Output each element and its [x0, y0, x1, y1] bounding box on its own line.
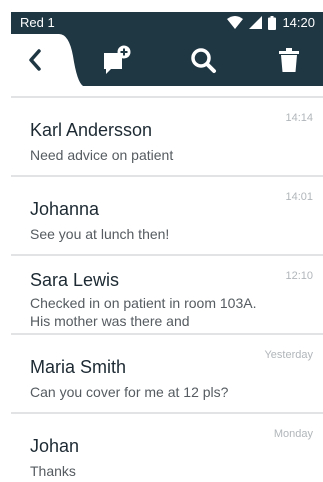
status-icons: 14:20 [227, 15, 315, 30]
carrier-name: Red 1 [20, 15, 55, 30]
back-button[interactable] [17, 42, 53, 78]
conversation-row[interactable]: Karl Andersson Need advice on patient 14… [11, 98, 323, 175]
contact-name: Maria Smith [30, 357, 127, 377]
contact-name: Sara Lewis [30, 270, 120, 290]
battery-icon [268, 15, 277, 30]
signal-icon [249, 16, 263, 29]
search-icon [191, 48, 216, 73]
new-message-button[interactable] [99, 42, 135, 78]
message-time: Yesterday [264, 349, 313, 361]
message-time: Monday [273, 428, 313, 440]
conversation-row[interactable]: Maria Smith Can you cover for me at 12 p… [11, 335, 323, 412]
wifi-icon [227, 16, 244, 29]
search-button[interactable] [185, 42, 221, 78]
message-preview: Checked in on patient in room 103A. His … [30, 295, 257, 329]
message-preview: Need advice on patient [30, 147, 174, 163]
message-preview: Can you cover for me at 12 pls? [30, 384, 229, 400]
conversation-row[interactable]: Johan Thanks Monday [11, 414, 323, 482]
toolbar [11, 34, 323, 86]
back-icon [29, 49, 41, 71]
contact-name: Johan [30, 436, 80, 456]
delete-button[interactable] [271, 42, 307, 78]
message-time: 14:01 [285, 191, 313, 203]
status-bar: Red 1 14:20 [11, 12, 323, 34]
conversation-list: Karl Andersson Need advice on patient 14… [11, 96, 323, 482]
contact-name: Karl Andersson [30, 120, 153, 140]
new-message-icon [104, 45, 131, 74]
message-time: 12:10 [285, 270, 313, 282]
message-preview: See you at lunch then! [30, 226, 170, 242]
conversation-row[interactable]: Sara Lewis Checked in on patient in room… [11, 256, 323, 333]
message-time: 14:14 [285, 112, 313, 124]
conversation-row[interactable]: Johanna See you at lunch then! 14:01 [11, 177, 323, 254]
status-clock: 14:20 [282, 15, 315, 30]
delete-icon [279, 48, 299, 72]
contact-name: Johanna [30, 199, 100, 219]
message-preview: Thanks [30, 463, 76, 479]
